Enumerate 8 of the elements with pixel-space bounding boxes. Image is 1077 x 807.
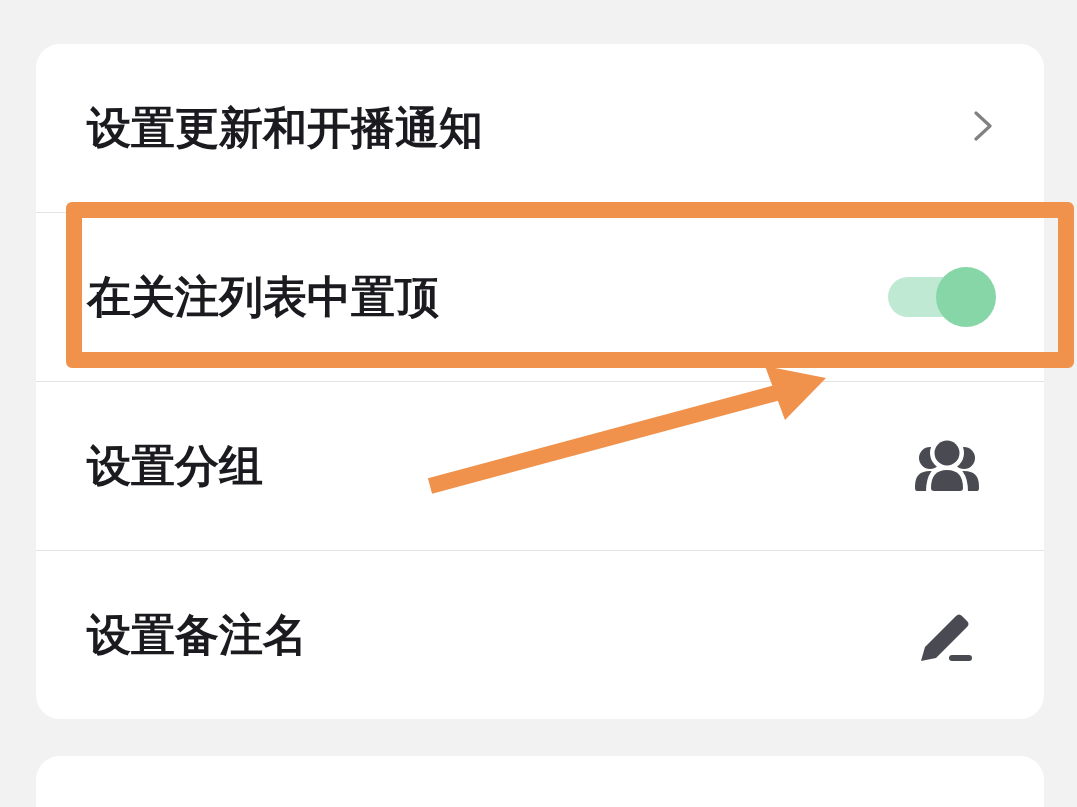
toggle-switch[interactable] — [888, 267, 996, 327]
setting-label[interactable]: 在关注列表中置顶 — [87, 270, 439, 324]
chevron-right-icon — [974, 111, 992, 141]
setting-label[interactable]: 设置更新和开播通知 — [87, 101, 483, 155]
setting-label[interactable]: 设置备注名 — [87, 608, 307, 662]
setting-label[interactable]: 设置分组 — [87, 439, 263, 493]
pencil-icon — [920, 612, 972, 662]
people-group-icon — [914, 440, 980, 492]
